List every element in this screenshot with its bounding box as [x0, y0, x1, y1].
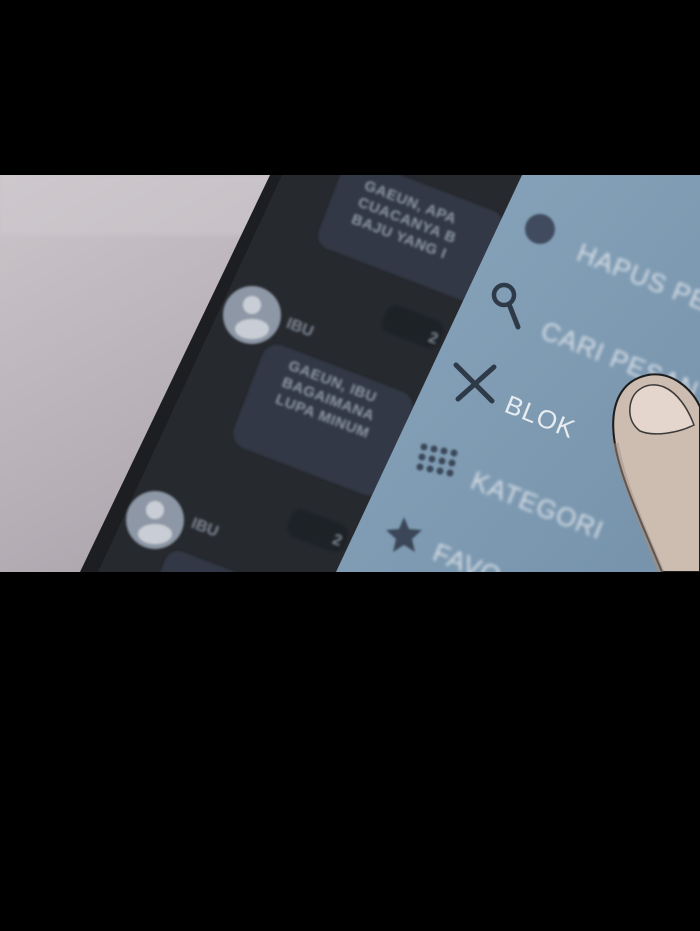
search-icon [491, 282, 521, 330]
circle-icon [525, 214, 555, 244]
comic-panel: GAEUN, APA CUACANYA B BAJU YANG I IBU 2 … [0, 175, 700, 572]
grid-icon [416, 443, 458, 477]
finger [612, 373, 700, 572]
close-icon [453, 362, 497, 404]
star-icon [386, 517, 422, 552]
